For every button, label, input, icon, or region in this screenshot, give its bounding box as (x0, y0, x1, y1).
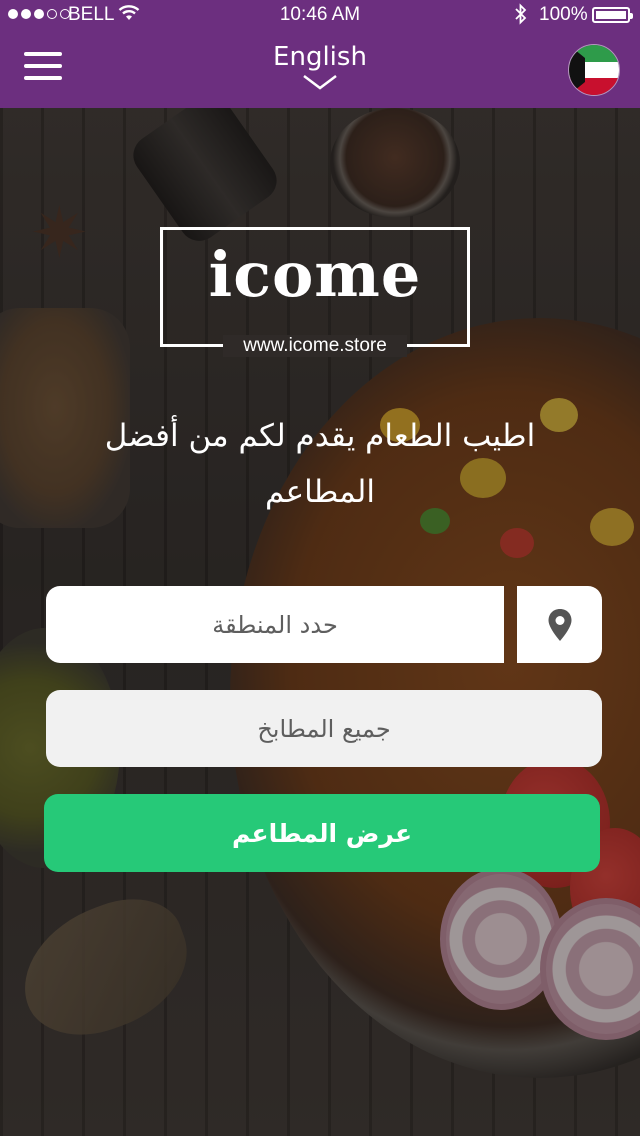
bluetooth-icon (514, 3, 528, 30)
header-bar: English (0, 30, 640, 108)
cuisine-select-field[interactable]: جميع المطابخ (46, 690, 602, 767)
hamburger-menu-icon[interactable] (24, 52, 62, 80)
logo-url: www.icome.store (223, 335, 407, 357)
area-select-placeholder: حدد المنطقة (212, 610, 338, 639)
status-bar: BELL 10:46 AM 100% (0, 0, 640, 30)
chevron-down-icon (303, 75, 337, 90)
show-restaurants-button[interactable]: عرض المطاعم (44, 794, 600, 872)
kuwait-flag-icon[interactable] (568, 44, 620, 96)
battery-icon (592, 7, 633, 23)
area-select-field[interactable]: حدد المنطقة (46, 586, 504, 663)
map-pin-icon[interactable] (517, 586, 602, 663)
language-selector[interactable]: English (260, 42, 380, 104)
tagline: اطيب الطعام يقدم لكم من أفضل المطاعم (104, 418, 536, 510)
logo-text: icome (208, 238, 422, 311)
show-restaurants-label: عرض المطاعم (231, 818, 413, 848)
app-screen: ✷ BELL 10:46 AM 100% English icome www.i… (0, 0, 640, 1136)
battery-percentage: 100% (539, 4, 588, 25)
language-label: English (273, 42, 367, 72)
cuisine-select-placeholder: جميع المطابخ (257, 714, 391, 743)
logo: icome www.icome.store (160, 227, 470, 357)
